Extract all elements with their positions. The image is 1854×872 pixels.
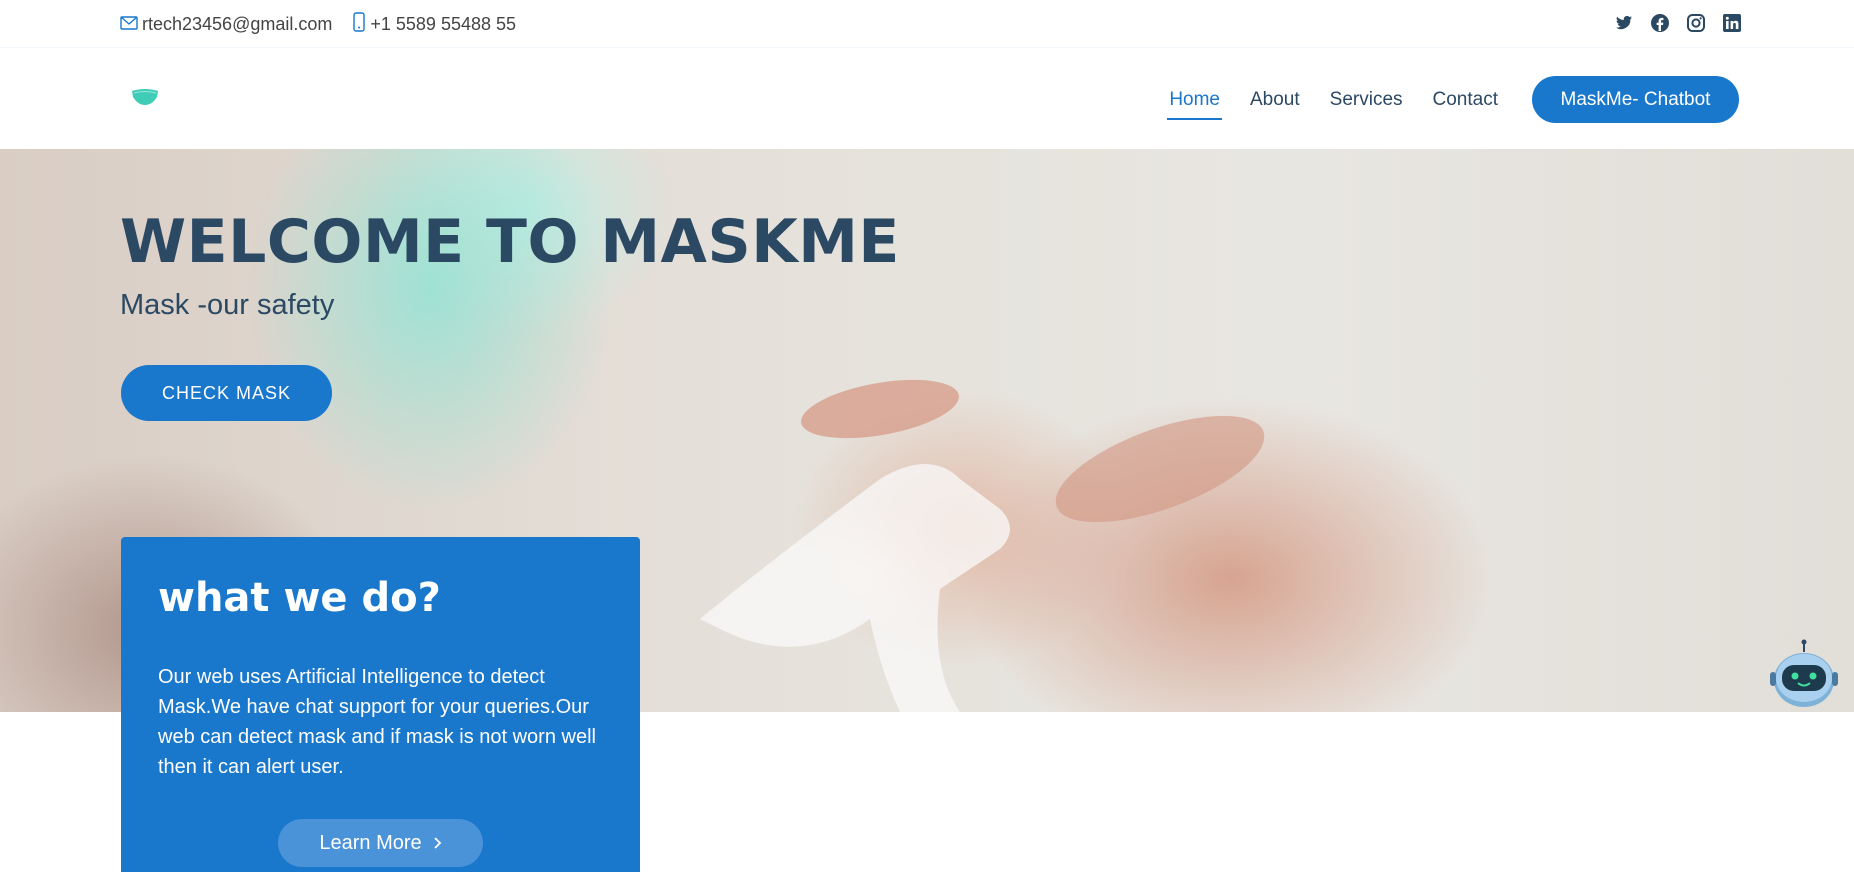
learn-more-button[interactable]: Learn More: [278, 819, 483, 867]
what-we-do-card: what we do? Our web uses Artificial Inte…: [121, 537, 640, 872]
phone-item[interactable]: +1 5589 55488 55: [352, 12, 516, 37]
social-links: [1598, 13, 1742, 33]
nav-about[interactable]: About: [1250, 83, 1300, 117]
phone-text[interactable]: +1 5589 55488 55: [370, 14, 516, 35]
nav-contact[interactable]: Contact: [1433, 83, 1498, 117]
chatbot-button[interactable]: MaskMe- Chatbot: [1532, 76, 1739, 123]
chevron-right-icon: [434, 833, 442, 854]
learn-more-label: Learn More: [319, 831, 422, 854]
email-item[interactable]: rtech23456@gmail.com: [120, 14, 332, 35]
email-text[interactable]: rtech23456@gmail.com: [142, 14, 332, 35]
linkedin-icon[interactable]: [1722, 13, 1742, 33]
phone-icon: [352, 12, 370, 37]
twitter-icon[interactable]: [1614, 13, 1634, 33]
contact-info: rtech23456@gmail.com +1 5589 55488 55: [120, 12, 536, 37]
check-mask-button[interactable]: CHECK MASK: [121, 365, 332, 421]
nav-home[interactable]: Home: [1167, 83, 1222, 120]
what-we-do-title: what we do?: [158, 575, 441, 621]
what-we-do-text: Our web uses Artificial Intelligence to …: [158, 666, 596, 778]
top-bar: rtech23456@gmail.com +1 5589 55488 55: [0, 0, 1854, 48]
hero-subtitle: Mask -our safety: [120, 289, 335, 321]
nav-services[interactable]: Services: [1330, 83, 1403, 117]
hero-title: WELCOME TO MASKME: [120, 207, 900, 277]
facebook-icon[interactable]: [1650, 13, 1670, 33]
chatbot-robot-icon[interactable]: [1769, 638, 1839, 710]
header: Home About Services Contact MaskMe- Chat…: [0, 48, 1854, 149]
instagram-icon[interactable]: [1686, 13, 1706, 33]
envelope-icon: [120, 14, 142, 35]
main-nav: Home About Services Contact MaskMe- Chat…: [1139, 76, 1739, 123]
mask-logo-icon[interactable]: [131, 88, 159, 106]
